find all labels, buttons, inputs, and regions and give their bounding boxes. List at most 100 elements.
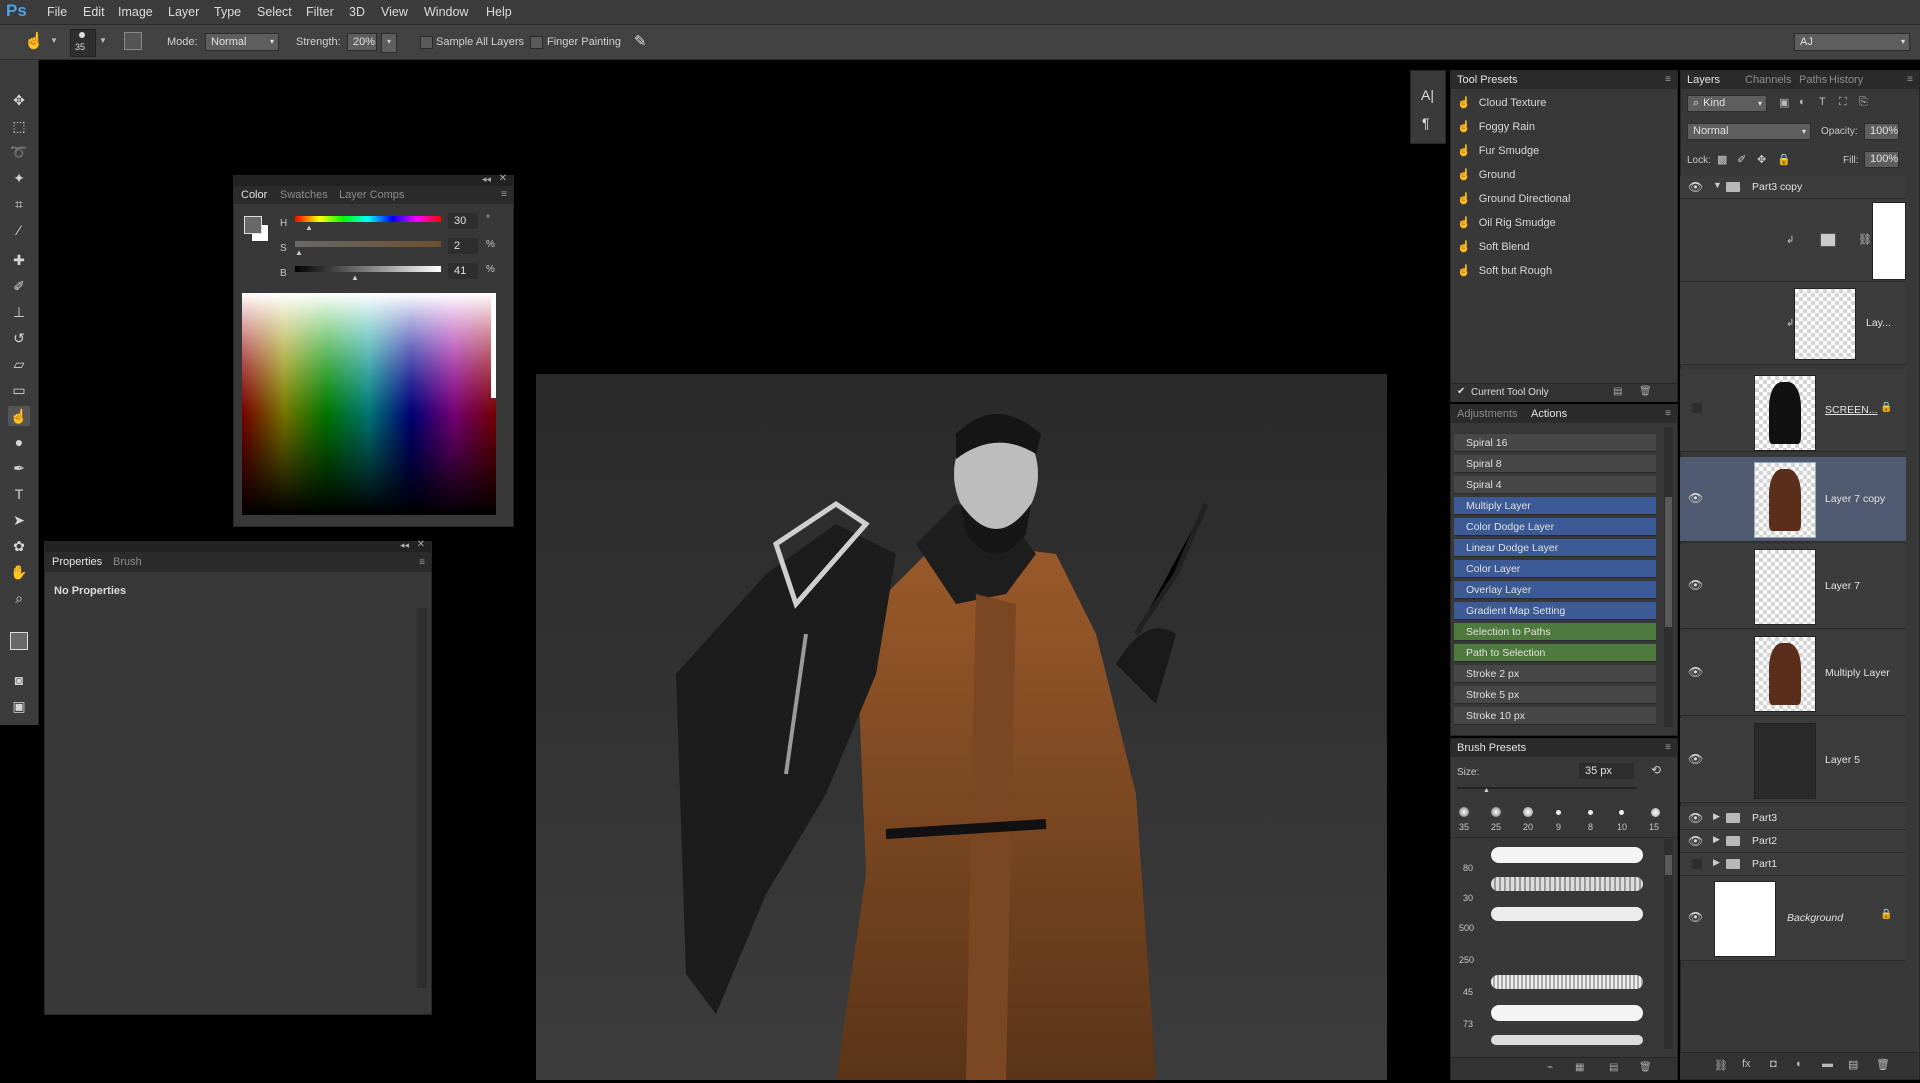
chevron-down-icon[interactable]: ▼ (50, 36, 58, 45)
eye-icon[interactable]: 👁 (1688, 752, 1703, 766)
layer-group-row[interactable]: 👁 ▼ Part3 copy (1680, 176, 1906, 199)
lock-all-icon[interactable]: 🔒 (1777, 153, 1791, 166)
scrollbar[interactable] (417, 608, 427, 988)
chevron-right-icon[interactable]: ▶ (1713, 811, 1720, 822)
finger-painting-checkbox[interactable] (530, 36, 543, 49)
color-spectrum[interactable] (242, 293, 496, 515)
tab-adjustments[interactable]: Adjustments (1457, 408, 1518, 420)
foreground-color-swatch[interactable] (10, 632, 28, 650)
eye-icon[interactable]: 👁 (1688, 665, 1703, 679)
action-item[interactable]: Color Dodge Layer (1454, 518, 1656, 536)
brush-stroke-preview[interactable] (1491, 1005, 1643, 1021)
panel-menu-icon[interactable]: ≡ (1665, 742, 1671, 753)
fx-icon[interactable]: fx (1742, 1058, 1751, 1070)
menu-type[interactable]: Type (214, 5, 241, 19)
brush-stroke-preview[interactable] (1491, 877, 1643, 891)
brush-stroke-preview[interactable] (1491, 907, 1643, 921)
layer-group-row[interactable]: 👁 ▶ Part3 (1680, 807, 1906, 830)
crop-tool-icon[interactable]: ⌗ (8, 194, 30, 214)
chevron-right-icon[interactable]: ▶ (1713, 834, 1720, 845)
type-filter-icon[interactable]: T (1819, 96, 1826, 108)
foreground-color-swatch[interactable] (244, 216, 262, 234)
action-item[interactable]: Stroke 2 px (1454, 665, 1656, 683)
tool-preset-item[interactable]: ☝ Cloud Texture (1457, 93, 1667, 113)
smudge-tool-icon[interactable]: ☝ (24, 31, 44, 51)
saturation-slider[interactable] (295, 241, 441, 247)
layer-group-row[interactable]: ▶ Part1 (1680, 853, 1906, 876)
layer-row[interactable]: SCREEN... 🔒 (1680, 369, 1906, 452)
tool-preset-item[interactable]: ☝ Soft Blend (1457, 237, 1667, 257)
eyedropper-tool-icon[interactable]: ⁄ (8, 220, 30, 240)
menu-window[interactable]: Window (424, 5, 468, 19)
checkmark-icon[interactable]: ✔ (1457, 386, 1465, 397)
action-item[interactable]: Overlay Layer (1454, 581, 1656, 599)
slider-thumb-icon[interactable]: ▲ (351, 273, 359, 282)
shape-filter-icon[interactable]: ⛶ (1839, 96, 1847, 109)
layer-group-row[interactable]: 👁 ▶ Part2 (1680, 830, 1906, 853)
action-item[interactable]: Multiply Layer (1454, 497, 1656, 515)
workspace-select[interactable]: AJ ▾ (1794, 33, 1910, 51)
action-item[interactable]: Gradient Map Setting (1454, 602, 1656, 620)
menu-layer[interactable]: Layer (168, 5, 199, 19)
document-canvas[interactable] (536, 374, 1387, 1080)
layer-row[interactable]: ↲ Lay... (1680, 282, 1906, 365)
adjustment-filter-icon[interactable]: ◐ (1799, 96, 1806, 108)
eye-icon[interactable]: 👁 (1688, 578, 1703, 592)
grid-view-icon[interactable]: ▦ (1575, 1062, 1584, 1073)
panel-menu-icon[interactable]: ≡ (1907, 74, 1913, 85)
dodge-tool-icon[interactable]: ● (8, 432, 30, 452)
layer-row[interactable]: 👁 Background 🔒 (1680, 876, 1906, 961)
scrollbar[interactable] (1664, 839, 1673, 1049)
history-brush-tool-icon[interactable]: ↺ (8, 328, 30, 348)
lock-transparent-icon[interactable]: ▩ (1717, 153, 1727, 166)
panel-drag-bar[interactable]: ◂◂ ✕ (234, 173, 513, 186)
screen-mode-icon[interactable]: ▣ (8, 696, 30, 716)
tab-channels[interactable]: Channels (1745, 74, 1791, 86)
tab-layers[interactable]: Layers (1687, 74, 1720, 86)
new-preset-icon[interactable]: ▤ (1613, 386, 1622, 397)
tool-preset-item[interactable]: ☝ Oil Rig Smudge (1457, 213, 1667, 233)
action-item[interactable]: Spiral 4 (1454, 476, 1656, 494)
move-tool-icon[interactable]: ✥ (8, 90, 30, 110)
chevron-right-icon[interactable]: ▶ (1713, 857, 1720, 868)
action-item[interactable]: Path to Selection (1454, 644, 1656, 662)
chevron-down-icon[interactable]: ▼ (99, 36, 107, 45)
trash-icon[interactable]: 🗑 (1639, 386, 1652, 397)
new-group-icon[interactable]: ▬ (1822, 1058, 1833, 1070)
adjustment-layer-icon[interactable]: ◐ (1796, 1058, 1803, 1070)
chevron-down-icon[interactable]: ▼ (1713, 180, 1722, 190)
trash-icon[interactable]: 🗑 (1876, 1058, 1890, 1071)
tab-paths[interactable]: Paths (1799, 74, 1827, 86)
action-item[interactable]: Spiral 8 (1454, 455, 1656, 473)
quick-mask-icon[interactable]: ◙ (8, 670, 30, 690)
panel-menu-icon[interactable]: ≡ (1665, 74, 1671, 85)
tab-properties[interactable]: Properties (52, 556, 102, 568)
eye-icon[interactable]: 👁 (1688, 910, 1703, 924)
tool-preset-item[interactable]: ☝ Ground Directional (1457, 189, 1667, 209)
lasso-tool-icon[interactable]: ➰ (8, 142, 30, 162)
visibility-toggle[interactable] (1692, 859, 1702, 869)
new-brush-icon[interactable]: ▤ (1609, 1062, 1618, 1073)
strength-dropdown[interactable]: ▾ (381, 33, 397, 53)
lock-pixels-icon[interactable]: ✐ (1737, 153, 1746, 166)
pen-tool-icon[interactable]: ✒ (8, 458, 30, 478)
stamp-tool-icon[interactable]: ⊥ (8, 302, 30, 322)
eye-icon[interactable]: 👁 (1688, 180, 1703, 194)
opacity-input[interactable]: 100% (1864, 123, 1899, 140)
pixel-filter-icon[interactable]: ▣ (1779, 96, 1789, 109)
saturation-input[interactable]: 2 (448, 238, 478, 254)
layer-row[interactable]: 👁 Layer 5 (1680, 718, 1906, 803)
panel-drag-bar[interactable]: ◂◂ ✕ (45, 539, 431, 552)
scrollbar-thumb[interactable] (1665, 855, 1672, 875)
menu-3d[interactable]: 3D (349, 5, 365, 19)
action-item[interactable]: Color Layer (1454, 560, 1656, 578)
layer-row[interactable]: 👁 Layer 7 (1680, 544, 1906, 629)
menu-view[interactable]: View (381, 5, 408, 19)
shape-tool-icon[interactable]: ✿ (8, 536, 30, 556)
layer-row-selected[interactable]: 👁 Layer 7 copy (1680, 457, 1906, 542)
panel-menu-icon[interactable]: ≡ (1665, 408, 1671, 419)
scrollbar[interactable] (1664, 427, 1673, 727)
scrollbar-thumb[interactable] (1665, 497, 1672, 627)
type-tool-icon[interactable]: T (8, 484, 30, 504)
brush-preset-picker[interactable]: 35 (70, 29, 96, 57)
